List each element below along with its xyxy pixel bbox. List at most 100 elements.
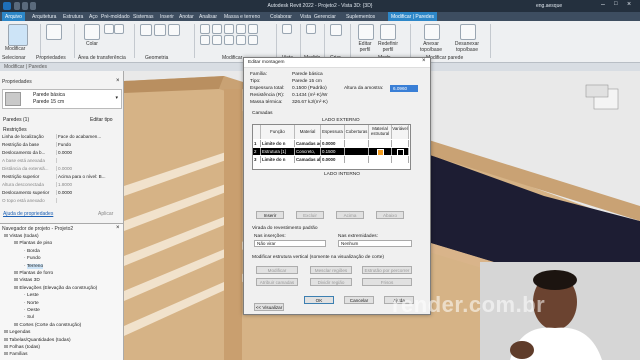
table-cell[interactable]: 3 <box>253 156 261 163</box>
table-cell[interactable] <box>369 156 392 163</box>
table-cell[interactable] <box>345 148 369 155</box>
preview-button[interactable]: << Visualizar <box>254 303 284 311</box>
measure-icon[interactable] <box>306 24 316 34</box>
apply-button[interactable]: Aplicar <box>98 211 113 217</box>
table-cell[interactable] <box>369 148 392 155</box>
table-cell[interactable] <box>345 140 369 147</box>
tree-item[interactable]: · Norte <box>24 301 39 306</box>
tree-item[interactable]: ⊟ Cortes (Corte da construção) <box>14 323 81 328</box>
minimize-icon[interactable]: – <box>601 1 605 8</box>
merge-regions-button[interactable]: Mesclar regiões <box>310 266 352 274</box>
inserts-select[interactable]: Não virar <box>254 240 326 247</box>
tab-suplementos[interactable]: Suplementos <box>346 14 375 20</box>
maximize-icon[interactable]: □ <box>614 1 618 7</box>
table-cell[interactable]: Camadas ab <box>295 156 321 163</box>
tab-aco[interactable]: Aço <box>89 14 98 20</box>
delete-icon[interactable] <box>248 35 258 45</box>
copy-icon[interactable] <box>114 24 124 34</box>
table-cell[interactable] <box>392 156 409 163</box>
sweeps-button[interactable]: Estrutão por percorrer <box>362 266 412 274</box>
edit-type-button[interactable]: Editar tipo <box>90 117 113 123</box>
assign-layers-button[interactable]: Atribuir camadas <box>256 278 298 286</box>
table-cell[interactable] <box>345 156 369 163</box>
property-value[interactable]: 1.8000 <box>58 182 72 187</box>
dialog-titlebar[interactable]: Editar montagem × <box>244 58 430 68</box>
tree-item[interactable]: · Sul <box>24 315 34 320</box>
close-icon[interactable]: × <box>627 1 631 8</box>
tree-item[interactable]: ⊟ Plantas de piso <box>14 241 52 246</box>
panel-modificar-parede[interactable]: Modificar parede <box>426 55 463 61</box>
property-value[interactable]: Face do acabamen... <box>58 134 101 139</box>
panel-geometria[interactable]: Geometria <box>145 55 168 61</box>
table-cell[interactable]: Estrutura [1] <box>261 148 295 155</box>
tab-massa-terreno[interactable]: Massa e terreno <box>224 14 260 20</box>
tab-pre-moldado[interactable]: Pré-moldado <box>101 14 130 20</box>
tree-item[interactable]: ⊟ Plantas de forro <box>14 271 53 276</box>
detach-top-base-icon[interactable] <box>460 24 476 40</box>
property-row[interactable]: O topo está anexado <box>2 198 114 205</box>
copy-element-icon[interactable] <box>248 24 258 34</box>
property-row[interactable]: Deslocamento da b... 0.0000 <box>2 150 114 157</box>
create-group-icon[interactable] <box>330 24 342 36</box>
tab-gerenciar[interactable]: Gerenciar <box>314 14 336 20</box>
property-row[interactable]: Deslocamento superior 0.0000 <box>2 190 114 197</box>
panel-area-transferencia[interactable]: Área de transferência <box>78 55 126 61</box>
property-value[interactable]: 0.0000 <box>58 190 72 195</box>
table-row[interactable]: 2 Estrutura [1] Concreto, 0.1500 <box>253 148 409 155</box>
property-row[interactable]: Restrição da base Fundo <box>2 142 114 149</box>
property-row[interactable]: Distância da extensã... 0.0000 <box>2 166 114 173</box>
chevron-down-icon[interactable]: ▾ <box>115 95 118 101</box>
array-icon[interactable] <box>236 35 246 45</box>
structural-material-checkbox[interactable] <box>377 149 384 155</box>
tree-item[interactable]: · Fundo <box>24 256 41 261</box>
tree-item[interactable]: ⊟ Vistas (todas) <box>4 234 39 239</box>
table-cell[interactable]: Limite do n <box>261 140 295 147</box>
tree-item[interactable]: · Oeste <box>24 308 40 313</box>
move-up-button[interactable]: Acima <box>336 211 364 219</box>
cancel-button[interactable]: Cancelar <box>344 296 374 304</box>
variable-checkbox[interactable] <box>397 149 404 155</box>
property-value[interactable]: Fundo <box>58 142 71 147</box>
modify-button[interactable]: Modificar <box>256 266 298 274</box>
ok-button[interactable]: OK <box>304 296 334 304</box>
table-row[interactable]: 1 Limite do n Camadas ac 0.0000 <box>253 140 409 147</box>
tree-item[interactable]: ⊟ Famílias <box>4 352 27 357</box>
offset-icon[interactable] <box>212 24 222 34</box>
tab-vista[interactable]: Vista <box>300 14 311 20</box>
split-icon[interactable] <box>224 35 234 45</box>
edit-profile-icon[interactable] <box>358 24 374 40</box>
table-cell[interactable]: Concreto, <box>295 148 321 155</box>
tree-item[interactable]: ⊟ Vistas 3D <box>14 278 40 283</box>
help-link[interactable]: Ajuda de propriedades <box>3 211 53 217</box>
paste-icon[interactable] <box>84 24 100 40</box>
cut-icon[interactable] <box>104 24 114 34</box>
property-row[interactable]: A base está anexada <box>2 158 114 165</box>
attach-top-base-icon[interactable] <box>424 24 440 40</box>
tree-item[interactable]: · Terreno <box>24 263 44 269</box>
property-value[interactable]: Acima para o nível: B... <box>58 174 106 179</box>
tab-anotar[interactable]: Anotar <box>179 14 194 20</box>
reset-profile-icon[interactable] <box>380 24 396 40</box>
view-cube[interactable] <box>594 80 622 104</box>
tree-item[interactable]: · Borda <box>24 249 40 254</box>
tab-inserir[interactable]: Inserir <box>160 14 174 20</box>
user-name[interactable]: eng.aesque <box>536 3 562 9</box>
tab-modificar-paredes[interactable]: Modificar | Paredes <box>388 12 437 21</box>
ends-select[interactable]: Nenhum <box>338 240 412 247</box>
table-row[interactable]: 3 Limite do n Camadas ab 0.0000 <box>253 156 409 163</box>
rotate-icon[interactable] <box>200 35 210 45</box>
reveals-button[interactable]: Frisos <box>362 278 412 286</box>
table-cell[interactable]: 0.1500 <box>321 148 345 155</box>
tree-item[interactable]: ⊟ Legendas <box>4 330 30 335</box>
tree-item[interactable]: ⊟ Folhas (todas) <box>4 345 40 350</box>
split-region-button[interactable]: Dividir região <box>310 278 352 286</box>
section-restricoes[interactable]: Restrições <box>3 127 27 133</box>
close-icon[interactable]: × <box>116 78 120 84</box>
modify-tool-icon[interactable] <box>8 24 28 46</box>
join-icon[interactable] <box>168 24 180 36</box>
instance-filter[interactable]: Paredes (1) <box>3 117 29 123</box>
panel-selecionar[interactable]: Selecionar <box>2 55 26 61</box>
layers-table[interactable]: Função Material Espessura Coberturas Mat… <box>252 124 411 170</box>
table-cell[interactable]: 0.0000 <box>321 140 345 147</box>
close-icon[interactable]: × <box>116 225 120 231</box>
